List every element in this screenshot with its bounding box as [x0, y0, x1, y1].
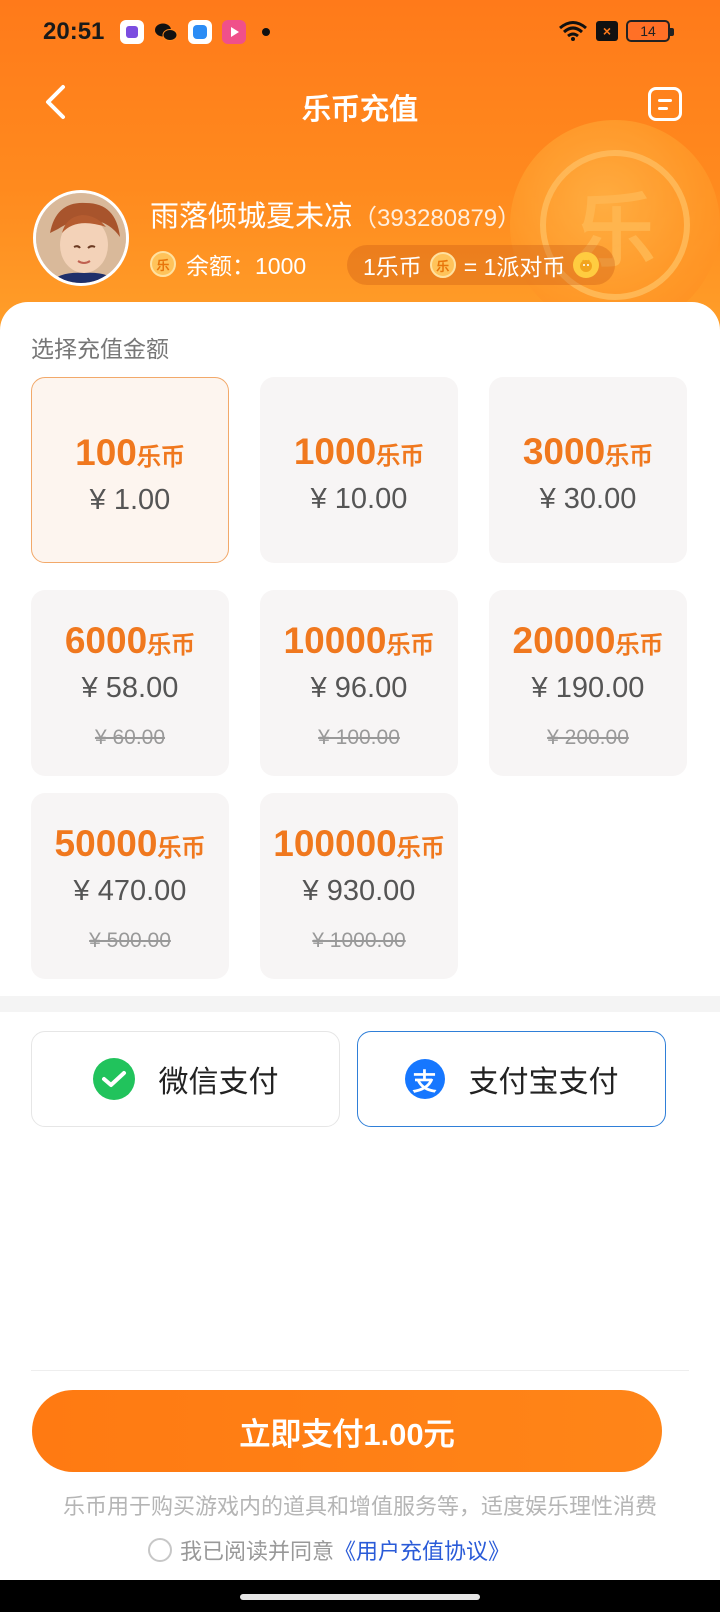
more-notifications-dot	[262, 28, 270, 36]
package-coins: 100乐币	[32, 432, 228, 474]
package-price: ¥ 96.00	[310, 672, 408, 704]
package-coins-value: 10000	[283, 620, 387, 661]
package-coins: 6000乐币	[31, 620, 229, 662]
agree-text: 我已阅读并同意	[180, 1539, 335, 1564]
alipay-option[interactable]: 支 支付宝支付	[357, 1031, 666, 1127]
package-coins-value: 1000	[293, 431, 377, 472]
alipay-icon: 支	[404, 1059, 445, 1099]
package-coins: 10000乐币	[260, 620, 458, 662]
package-price: ¥ 10.00	[310, 483, 408, 515]
exchange-rate-pill: 1乐币 乐 = 1派对币	[347, 245, 616, 285]
coin-decoration: 乐	[510, 120, 720, 330]
package-coins: 3000乐币	[489, 431, 687, 473]
package-unit: 乐币	[396, 835, 445, 862]
package-price: ¥ 470.00	[73, 875, 187, 907]
package-card[interactable]: 10000乐币 ¥ 96.00 ¥ 100.00	[260, 590, 458, 776]
package-price: ¥ 30.00	[539, 483, 637, 515]
status-right: × 14	[558, 20, 674, 42]
package-price: ¥ 930.00	[302, 875, 416, 907]
agreement-row: 我已阅读并同意 《用户充值协议》	[148, 1534, 510, 1566]
battery-level: 14	[640, 23, 656, 39]
gesture-handle[interactable]	[240, 1594, 480, 1600]
status-bar: 20:51 × 14	[0, 0, 720, 64]
package-coins: 20000乐币	[489, 620, 687, 662]
agree-checkbox[interactable]	[148, 1538, 172, 1562]
package-unit: 乐币	[157, 835, 206, 862]
app-notification-icon	[120, 20, 144, 44]
avatar	[33, 190, 129, 286]
package-original-price: ¥ 500.00	[89, 929, 171, 952]
balance: 乐 余额：1000	[150, 247, 306, 281]
package-card[interactable]: 20000乐币 ¥ 190.00 ¥ 200.00	[489, 590, 687, 776]
package-coins-value: 100	[75, 432, 137, 473]
package-unit: 乐币	[386, 632, 435, 659]
system-nav-bar	[0, 1580, 720, 1612]
header-banner: 乐 20:51 × 14 乐币充值 雨落倾城夏未凉（393280879） 乐 余…	[0, 0, 720, 340]
package-unit: 乐币	[147, 632, 196, 659]
package-price: ¥ 1.00	[89, 484, 171, 516]
package-card[interactable]: 100乐币 ¥ 1.00	[31, 377, 229, 563]
notification-icons	[120, 20, 270, 44]
consumption-notice: 乐币用于购买游戏内的道具和增值服务等，适度娱乐理性消费	[62, 1494, 657, 1519]
package-unit: 乐币	[615, 632, 664, 659]
wechat-notification-icon	[154, 20, 178, 44]
coin-icon: 乐	[429, 252, 456, 278]
user-name: 雨落倾城夏未凉	[150, 201, 354, 233]
user-id: （393280879）	[353, 205, 522, 232]
coin-icon: 乐	[150, 251, 176, 277]
package-price: ¥ 58.00	[81, 672, 179, 704]
package-unit: 乐币	[605, 443, 654, 470]
section-divider	[0, 996, 720, 1012]
footer-divider	[31, 1370, 689, 1371]
alipay-label: 支付宝支付	[468, 1066, 619, 1099]
package-card[interactable]: 1000乐币 ¥ 10.00	[260, 377, 458, 563]
status-time: 20:51	[43, 18, 105, 45]
package-unit: 乐币	[136, 444, 185, 471]
battery-icon: 14	[626, 20, 674, 42]
package-coins-value: 20000	[512, 620, 616, 661]
package-original-price: ¥ 200.00	[547, 726, 629, 749]
party-coin-icon	[573, 252, 600, 278]
wifi-icon	[559, 21, 587, 41]
page-title: 乐币充值	[301, 94, 418, 126]
wechat-icon	[92, 1058, 135, 1100]
records-button[interactable]	[648, 87, 682, 121]
package-coins: 1000乐币	[260, 431, 458, 473]
message-notification-icon	[188, 20, 212, 44]
package-price: ¥ 190.00	[531, 672, 645, 704]
wechat-pay-option[interactable]: 微信支付	[31, 1031, 340, 1127]
balance-text: 余额：1000	[186, 253, 307, 279]
package-coins-value: 100000	[273, 823, 397, 864]
video-notification-icon	[222, 20, 246, 44]
package-original-price: ¥ 100.00	[318, 726, 400, 749]
package-card[interactable]: 6000乐币 ¥ 58.00 ¥ 60.00	[31, 590, 229, 776]
no-sim-icon: ×	[596, 21, 618, 41]
pay-now-button[interactable]: 立即支付1.00元	[32, 1390, 662, 1472]
package-original-price: ¥ 1000.00	[312, 929, 406, 952]
package-original-price: ¥ 60.00	[94, 726, 166, 749]
package-coins-value: 3000	[522, 431, 606, 472]
package-card[interactable]: 50000乐币 ¥ 470.00 ¥ 500.00	[31, 793, 229, 979]
package-card[interactable]: 3000乐币 ¥ 30.00	[489, 377, 687, 563]
wechat-pay-label: 微信支付	[158, 1066, 279, 1099]
section-label: 选择充值金额	[31, 336, 169, 362]
package-unit: 乐币	[376, 443, 425, 470]
package-coins-value: 50000	[54, 823, 158, 864]
rate-right: = 1派对币	[463, 254, 566, 280]
package-coins: 50000乐币	[31, 823, 229, 865]
package-coins-value: 6000	[64, 620, 148, 661]
package-card[interactable]: 100000乐币 ¥ 930.00 ¥ 1000.00	[260, 793, 458, 979]
agreement-link[interactable]: 《用户充值协议》	[334, 1534, 510, 1566]
rate-left: 1乐币	[363, 254, 422, 280]
package-coins: 100000乐币	[260, 823, 458, 865]
user-name-row: 雨落倾城夏未凉（393280879）	[150, 193, 521, 235]
